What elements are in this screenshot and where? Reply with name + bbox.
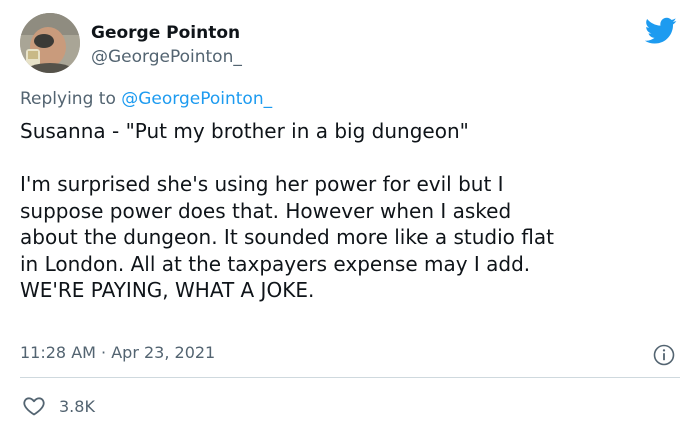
replying-to: Replying to @GeorgePointon_	[20, 88, 272, 110]
avatar-photo	[20, 13, 80, 73]
divider	[20, 377, 680, 378]
tweet-text: Susanna - "Put my brother in a big dunge…	[20, 119, 554, 302]
replying-to-prefix: Replying to	[20, 89, 122, 109]
info-icon[interactable]	[652, 343, 676, 367]
timestamp-separator: ·	[95, 343, 112, 362]
like-button[interactable]: 3.8K	[22, 393, 95, 419]
tweet-time[interactable]: 11:28 AM	[20, 343, 96, 362]
twitter-bird-icon[interactable]	[645, 17, 677, 45]
replying-to-handle-link[interactable]: @GeorgePointon_	[121, 89, 272, 109]
author-display-name[interactable]: George Pointon	[91, 22, 240, 44]
author-handle[interactable]: @GeorgePointon_	[91, 46, 242, 68]
heart-icon	[23, 397, 45, 416]
like-count: 3.8K	[59, 396, 95, 416]
avatar[interactable]	[20, 13, 80, 73]
tweet-card: George Pointon @GeorgePointon_ Replying …	[0, 0, 700, 433]
tweet-date[interactable]: Apr 23, 2021	[111, 343, 215, 362]
tweet-timestamp[interactable]: 11:28 AM · Apr 23, 2021	[20, 342, 215, 364]
